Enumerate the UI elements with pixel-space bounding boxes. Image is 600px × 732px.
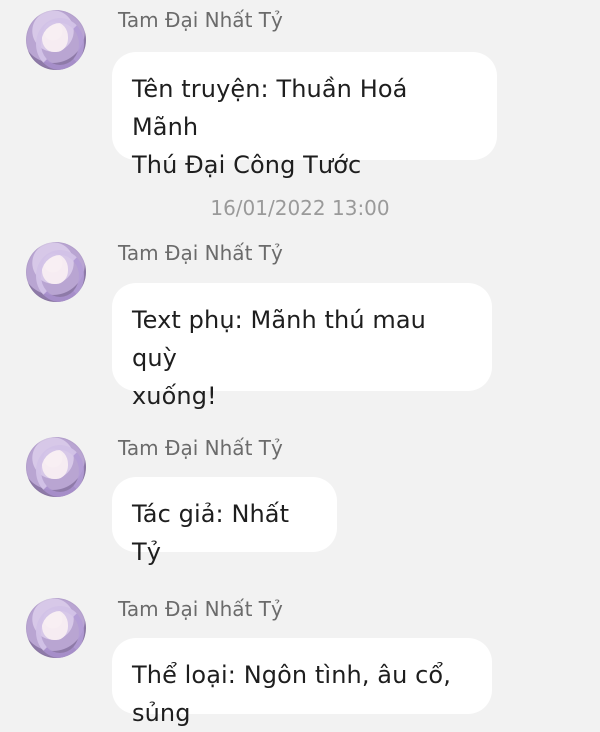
avatar[interactable] xyxy=(26,242,86,302)
message-bubble: Tên truyện: Thuần Hoá Mãnh Thú Đại Công … xyxy=(112,52,497,179)
sender-name: Tam Đại Nhất Tỷ xyxy=(118,436,283,460)
avatar[interactable] xyxy=(26,10,86,70)
avatar[interactable] xyxy=(26,437,86,497)
chat-thread: Tam Đại Nhất Tỷ Tên truyện: Thuần Hoá Mã… xyxy=(0,0,600,727)
sender-name: Tam Đại Nhất Tỷ xyxy=(118,597,283,621)
sender-name: Tam Đại Nhất Tỷ xyxy=(118,241,283,265)
timestamp: 16/01/2022 13:00 xyxy=(210,196,390,220)
sender-name: Tam Đại Nhất Tỷ xyxy=(118,8,283,32)
avatar[interactable] xyxy=(26,598,86,658)
message-bubble: Text phụ: Mãnh thú mau quỳ xuống! xyxy=(112,283,492,410)
message-bubble: Tác giả: Nhất Tỷ xyxy=(112,477,337,566)
message-bubble: Thể loại: Ngôn tình, âu cổ, sủng xyxy=(112,638,492,727)
